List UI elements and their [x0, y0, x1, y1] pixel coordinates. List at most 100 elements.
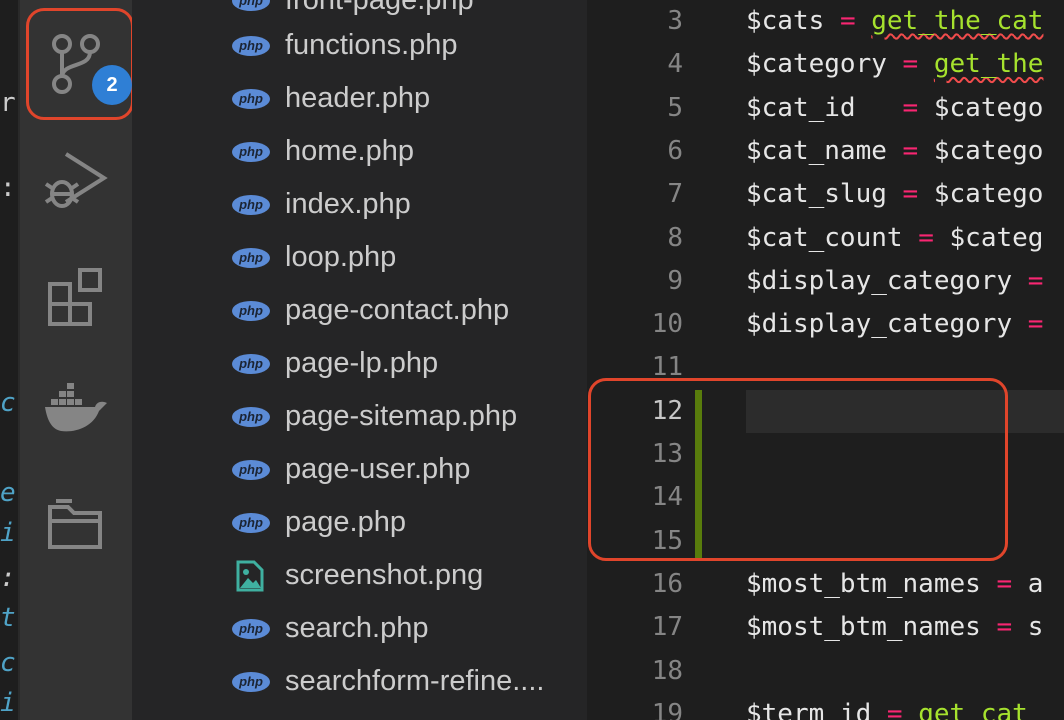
strip-char: i	[0, 688, 16, 718]
code-variable: $display_category	[746, 265, 1013, 296]
code-variable: $cat_count	[746, 222, 903, 253]
activity-bar: 2	[20, 0, 134, 720]
line-number: 10	[651, 309, 683, 340]
file-item[interactable]: php page-sitemap.php	[232, 390, 587, 443]
code-line: $cats = get_the_cat	[746, 0, 1043, 43]
strip-char: e	[0, 478, 16, 508]
line-number: 8	[667, 222, 683, 253]
php-file-icon: php	[232, 0, 272, 12]
strip-char: :	[0, 563, 16, 593]
code-operator: =	[839, 6, 856, 36]
code-variable: $display_category	[746, 309, 1013, 340]
folder-icon[interactable]	[42, 490, 110, 558]
code-line: $most_btm_names = s	[746, 606, 1043, 649]
code-variable: $most_btm_names	[746, 568, 981, 599]
file-item[interactable]: php searchform-refine....	[232, 655, 587, 708]
php-file-icon: php	[232, 353, 272, 375]
php-file-icon: php	[232, 300, 272, 322]
image-file-icon	[232, 560, 272, 591]
code-expression: $catego	[933, 92, 1044, 123]
strip-char: c	[0, 388, 16, 418]
code-variable: $cat_slug	[746, 179, 887, 210]
code-line: $cat_count = $categ	[746, 217, 1043, 260]
code-operator: =	[902, 92, 919, 123]
file-name: page-lp.php	[285, 347, 439, 379]
file-item[interactable]: php home.php	[232, 125, 587, 178]
code-line: $category = get_the	[746, 43, 1043, 86]
file-name: header.php	[285, 82, 431, 114]
file-name: search.php	[285, 612, 429, 644]
file-item[interactable]: php functions.php	[232, 19, 587, 72]
line-number: 7	[667, 179, 683, 210]
code-function: get_cat	[918, 698, 1028, 720]
file-item[interactable]: php index.php	[232, 178, 587, 231]
run-debug-icon[interactable]	[42, 146, 110, 214]
file-name: functions.php	[285, 29, 458, 61]
code-line: $display_category =	[746, 303, 1059, 346]
php-file-icon: php	[232, 671, 272, 693]
code-operator: =	[996, 568, 1013, 599]
php-file-icon: php	[232, 512, 272, 534]
code-variable: $cats	[746, 6, 825, 36]
code-variable: $most_btm_names	[746, 612, 981, 643]
code-line: $term_id = get_cat	[746, 693, 1028, 720]
code-line: $cat_name = $catego	[746, 130, 1043, 173]
file-name: page-sitemap.php	[285, 400, 518, 432]
file-item[interactable]: php page-contact.php	[232, 284, 587, 337]
strip-char: i	[0, 518, 16, 548]
php-file-icon: php	[232, 618, 272, 640]
source-control-badge: 2	[92, 65, 132, 105]
php-file-icon: php	[232, 459, 272, 481]
line-number: 4	[667, 49, 683, 80]
file-item[interactable]: php page-user.php	[232, 443, 587, 496]
docker-icon[interactable]	[42, 374, 110, 442]
file-item[interactable]: php header.php	[232, 72, 587, 125]
code-variable: $term_id	[746, 698, 872, 720]
php-file-icon: php	[232, 194, 272, 216]
file-name: searchform-refine....	[285, 665, 545, 697]
file-item[interactable]: php search.php	[232, 602, 587, 655]
file-item[interactable]: php page.php	[232, 496, 587, 549]
code-operator: =	[918, 222, 934, 253]
added-lines-highlight	[588, 378, 1008, 561]
file-name: home.php	[285, 135, 414, 167]
code-expression: a	[1027, 568, 1044, 599]
code-function: get_the_cat	[871, 6, 1044, 36]
code-operator: =	[1027, 309, 1044, 340]
code-expression: s	[1027, 612, 1044, 643]
code-line: $most_btm_names = a	[746, 563, 1043, 606]
file-item[interactable]: screenshot.png	[232, 549, 587, 602]
code-line: $display_category =	[746, 260, 1059, 303]
strip-char: r	[0, 88, 16, 118]
strip-char: t	[0, 603, 16, 633]
file-name: index.php	[285, 188, 411, 220]
file-name: screenshot.png	[285, 559, 484, 591]
code-operator: =	[886, 698, 903, 720]
line-number: 19	[651, 698, 683, 720]
file-item[interactable]: php page-lp.php	[232, 337, 587, 390]
file-name: page.php	[285, 506, 406, 538]
file-name: loop.php	[285, 241, 397, 273]
file-name: page-user.php	[285, 453, 471, 485]
code-function: get_the	[933, 49, 1044, 80]
extensions-icon[interactable]	[42, 262, 110, 330]
file-name: front-page.php	[285, 0, 474, 16]
code-line: $cat_id = $catego	[746, 87, 1043, 130]
file-item[interactable]: php loop.php	[232, 231, 587, 284]
php-file-icon: php	[232, 141, 272, 163]
line-number: 9	[667, 265, 683, 296]
code-expression: $catego	[933, 179, 1044, 210]
code-variable: $cat_id	[746, 92, 856, 123]
strip-char: c	[0, 648, 16, 678]
code-variable: $category	[746, 49, 887, 80]
code-variable: $cat_name	[746, 135, 887, 166]
line-number: 6	[667, 135, 683, 166]
code-operator: =	[902, 135, 919, 166]
line-number: 18	[651, 655, 683, 686]
code-editor[interactable]: 3 $cats = get_the_cat 4 $category = get_the…	[587, 0, 1064, 720]
